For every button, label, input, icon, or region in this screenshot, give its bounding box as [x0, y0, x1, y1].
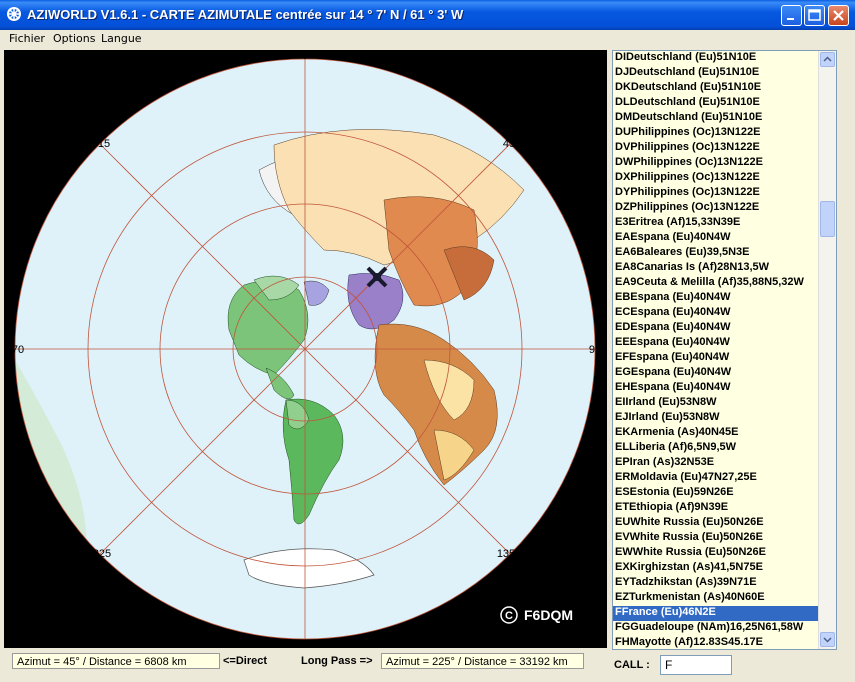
list-item[interactable]: DKDeutschland (Eu)51N10E — [613, 81, 836, 96]
list-item[interactable]: EGEspana (Eu)40N4W — [613, 366, 836, 381]
list-item[interactable]: EA9Ceuta & Melilla (Af)35,88N5,32W — [613, 276, 836, 291]
scroll-thumb[interactable] — [820, 201, 835, 237]
list-item[interactable]: DVPhilippines (Oc)13N122E — [613, 141, 836, 156]
list-item[interactable]: EXKirghizstan (As)41,5N75E — [613, 561, 836, 576]
list-item[interactable]: EA8Canarias Is (Af)28N13,5W — [613, 261, 836, 276]
list-item[interactable]: EFEspana (Eu)40N4W — [613, 351, 836, 366]
list-item[interactable]: ERMoldavia (Eu)47N27,25E — [613, 471, 836, 486]
list-item[interactable]: EVWhite Russia (Eu)50N26E — [613, 531, 836, 546]
list-item[interactable]: E3Eritrea (Af)15,33N39E — [613, 216, 836, 231]
azimuthal-map[interactable]: 0 45 90 135 180 225 270 315 C F6DQM — [4, 50, 607, 650]
list-item[interactable]: ETEthiopia (Af)9N39E — [613, 501, 836, 516]
list-item[interactable]: EPIran (As)32N53E — [613, 456, 836, 471]
menu-options[interactable]: Options — [53, 32, 95, 45]
list-item[interactable]: DMDeutschland (Eu)51N10E — [613, 111, 836, 126]
list-item[interactable]: DXPhilippines (Oc)13N122E — [613, 171, 836, 186]
callsign-label: F6DQM — [524, 607, 573, 623]
list-item[interactable]: FFrance (Eu)46N2E — [613, 606, 836, 621]
long-path-readout: Azimut = 225° / Distance = 33192 km — [381, 653, 584, 669]
list-item[interactable]: DIDeutschland (Eu)51N10E — [613, 51, 836, 66]
bearing-label-0: 0 — [302, 50, 308, 62]
menu-bar: Fichier Options Langue — [0, 30, 855, 48]
minimize-icon — [787, 18, 794, 20]
bearing-label-225: 225 — [93, 548, 111, 560]
list-item[interactable]: EKArmenia (As)40N45E — [613, 426, 836, 441]
title-bar: AZIWORLD V1.6.1 - CARTE AZIMUTALE centré… — [0, 0, 855, 30]
maximize-button[interactable] — [804, 5, 825, 26]
list-item[interactable]: EEEspana (Eu)40N4W — [613, 336, 836, 351]
list-item[interactable]: DJDeutschland (Eu)51N10E — [613, 66, 836, 81]
bearing-label-45: 45 — [503, 138, 515, 150]
list-item[interactable]: EYTadzhikstan (As)39N71E — [613, 576, 836, 591]
long-pass-label: Long Pass => — [301, 655, 373, 667]
menu-langue[interactable]: Langue — [101, 32, 142, 45]
call-label: CALL : — [614, 659, 650, 671]
list-item[interactable]: ELLiberia (Af)6,5N9,5W — [613, 441, 836, 456]
list-item[interactable]: DLDeutschland (Eu)51N10E — [613, 96, 836, 111]
direct-path-readout: Azimut = 45° / Distance = 6808 km — [12, 653, 220, 669]
list-item[interactable]: EHEspana (Eu)40N4W — [613, 381, 836, 396]
list-item[interactable]: EZTurkmenistan (As)40N60E — [613, 591, 836, 606]
list-item[interactable]: FGGuadeloupe (NAm)16,25N61,58W — [613, 621, 836, 636]
minimize-button[interactable] — [781, 5, 802, 26]
list-item[interactable]: ESEstonia (Eu)59N26E — [613, 486, 836, 501]
prefix-list-scrollbar[interactable] — [818, 51, 836, 649]
list-item[interactable]: EAEspana (Eu)40N4W — [613, 231, 836, 246]
chevron-up-icon — [823, 56, 832, 62]
list-item[interactable]: DZPhilippines (Oc)13N122E — [613, 201, 836, 216]
list-item[interactable]: EA6Baleares (Eu)39,5N3E — [613, 246, 836, 261]
list-item[interactable]: EDEspana (Eu)40N4W — [613, 321, 836, 336]
app-icon — [7, 7, 21, 21]
list-item[interactable]: DWPhilippines (Oc)13N122E — [613, 156, 836, 171]
scroll-up-button[interactable] — [820, 52, 835, 67]
list-item[interactable]: EIIrland (Eu)53N8W — [613, 396, 836, 411]
copyright-symbol: C — [505, 610, 513, 622]
list-item[interactable]: DUPhilippines (Oc)13N122E — [613, 126, 836, 141]
list-item[interactable]: EUWhite Russia (Eu)50N26E — [613, 516, 836, 531]
prefix-list[interactable]: DIDeutschland (Eu)51N10E DJDeutschland (E… — [612, 50, 837, 650]
close-icon — [833, 10, 844, 21]
menu-fichier[interactable]: Fichier — [9, 32, 45, 45]
list-item[interactable]: EBEspana (Eu)40N4W — [613, 291, 836, 306]
call-input[interactable] — [660, 655, 732, 675]
map-svg[interactable]: 0 45 90 135 180 225 270 315 C F6DQM — [4, 50, 607, 650]
bearing-label-270: 270 — [6, 344, 24, 356]
window-title: AZIWORLD V1.6.1 - CARTE AZIMUTALE centré… — [27, 7, 464, 22]
list-item[interactable]: ECEspana (Eu)40N4W — [613, 306, 836, 321]
bearing-label-315: 315 — [92, 138, 110, 150]
bearing-label-180: 180 — [296, 638, 314, 648]
scroll-down-button[interactable] — [820, 632, 835, 647]
list-item[interactable]: DYPhilippines (Oc)13N122E — [613, 186, 836, 201]
list-item[interactable]: EJIrland (Eu)53N8W — [613, 411, 836, 426]
list-item[interactable]: EWWhite Russia (Eu)50N26E — [613, 546, 836, 561]
list-item[interactable]: FHMayotte (Af)12.83S45.17E — [613, 636, 836, 649]
direct-label: <=Direct — [223, 655, 268, 667]
chevron-down-icon — [823, 637, 832, 643]
copyright-mark: C — [500, 606, 518, 624]
close-button[interactable] — [828, 5, 849, 26]
bearing-label-90: 90 — [589, 344, 601, 356]
maximize-icon — [808, 9, 821, 21]
bearing-label-135: 135 — [497, 548, 515, 560]
